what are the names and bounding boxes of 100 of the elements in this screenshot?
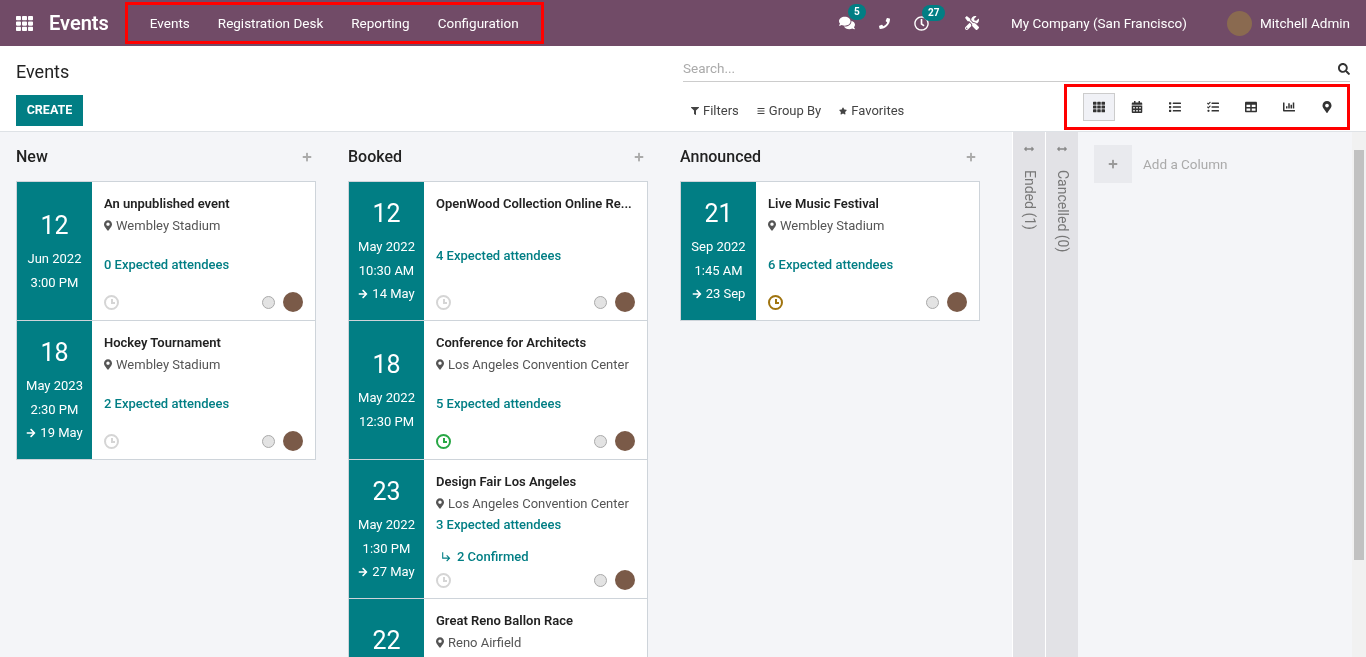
plus-icon (1108, 159, 1118, 169)
expected-attendees-link[interactable]: 0 Expected attendees (104, 255, 303, 275)
graph-view-icon (1283, 101, 1295, 113)
event-month: Jun 2022 (27, 250, 82, 269)
event-card[interactable]: 18 May 2022 12:30 PM Conference for Architects Los Angeles Convention Center 5 Expected attendees (348, 320, 648, 460)
return-arrow-icon (440, 549, 453, 563)
map-pin-icon (768, 219, 776, 231)
filter-icon (691, 107, 699, 115)
activity-count-badge: 27 (922, 4, 946, 21)
tools-icon[interactable] (965, 16, 979, 30)
expected-attendees-link[interactable]: 2 Expected attendees (104, 394, 303, 414)
search-option-button[interactable]: Group By (756, 101, 822, 121)
event-location: Reno Airfield (448, 633, 522, 652)
event-end-date: 23 Sep (705, 285, 746, 304)
event-time: 3:00 PM (30, 273, 79, 292)
event-day: 12 (40, 209, 69, 242)
column-title: Cancelled (0) (1053, 170, 1072, 253)
event-time: 12:30 PM (358, 412, 415, 431)
event-time: 10:30 AM (358, 261, 415, 280)
event-day: 18 (372, 348, 401, 381)
confirmed-count[interactable]: 2 Confirmed (457, 546, 529, 566)
event-day: 12 (372, 198, 401, 230)
add-card-icon[interactable] (302, 152, 312, 162)
event-day: 23 (372, 476, 401, 508)
event-end-date: 14 May (372, 285, 415, 304)
event-month: May 2022 (358, 516, 415, 535)
expand-arrow-icon (1057, 144, 1067, 154)
search-option-button[interactable]: Favorites (839, 101, 905, 121)
map-pin-icon (436, 497, 444, 509)
event-month: May 2022 (358, 238, 415, 257)
event-day: 22 (372, 625, 401, 657)
event-name: OpenWood Collection Online Re... (436, 195, 633, 213)
map-pin-icon (104, 358, 112, 370)
user-menu[interactable]: Mitchell Admin (1259, 12, 1350, 34)
arrow-right-icon (691, 289, 702, 300)
event-location: Los Angeles Convention Center (448, 494, 629, 513)
clock-icon[interactable] (768, 294, 783, 310)
column-title: Booked (348, 146, 403, 168)
view-switch-button[interactable] (1083, 93, 1115, 121)
expected-attendees-link[interactable]: 5 Expected attendees (436, 394, 635, 414)
event-card[interactable]: 22 Great Reno Ballon Race Reno Airfield (348, 598, 648, 657)
event-month: May 2022 (358, 389, 415, 408)
clock-icon[interactable] (436, 433, 451, 449)
search-option-button[interactable]: Filters (691, 101, 739, 121)
event-end-date: 19 May (40, 424, 83, 443)
folded-column[interactable]: Ended (1) (1012, 132, 1045, 657)
list-view-icon (1169, 101, 1181, 113)
expand-arrow-icon (1024, 144, 1034, 154)
event-name: Live Music Festival (768, 195, 880, 213)
create-button[interactable]: CREATE (16, 95, 83, 126)
phone-icon[interactable] (879, 17, 890, 29)
expected-attendees-link[interactable]: 6 Expected attendees (768, 255, 967, 275)
scrollbar[interactable] (1352, 132, 1366, 657)
event-month: Sep 2022 (691, 238, 746, 257)
user-avatar (1226, 10, 1252, 36)
column-title: New (16, 146, 48, 168)
arrow-right-icon (26, 428, 37, 439)
arrow-right-icon (358, 289, 369, 300)
add-card-icon[interactable] (966, 152, 976, 162)
pivot-view-icon (1245, 101, 1257, 113)
calendar-view-icon (1131, 101, 1143, 113)
expected-attendees-link[interactable]: 4 Expected attendees (436, 245, 635, 265)
event-name: Conference for Architects (436, 334, 588, 352)
add-card-icon[interactable] (634, 152, 644, 162)
page-title: Events (16, 60, 71, 84)
apps-menu-icon[interactable] (16, 14, 33, 32)
event-card[interactable]: 23 May 2022 1:30 PM 27 May Design Fair Los Angeles Los Angeles Convention Center 3 Expected attendees 2 Confirmed (348, 459, 648, 599)
event-day: 21 (704, 198, 733, 230)
company-switcher[interactable]: My Company (San Francisco) (1011, 12, 1187, 34)
map-pin-icon (104, 219, 112, 231)
activity-clock-icon[interactable] (914, 15, 929, 31)
map-pin-icon (436, 636, 444, 648)
event-location: Los Angeles Convention Center (448, 355, 629, 374)
event-name: Hockey Tournament (104, 334, 222, 352)
column-title: Announced (680, 146, 762, 168)
kanban-view-icon (1093, 101, 1105, 113)
event-name: Great Reno Ballon Race (436, 612, 574, 630)
expected-attendees-link[interactable]: 3 Expected attendees (436, 515, 635, 535)
event-time: 2:30 PM (30, 400, 79, 419)
arrow-right-icon (358, 567, 369, 578)
event-card[interactable]: 12 Jun 2022 3:00 PM An unpublished event Wembley Stadium 0 Expected attendees (16, 181, 316, 321)
search-icon[interactable] (1338, 62, 1350, 75)
event-month: May 2023 (26, 377, 83, 396)
menu-item[interactable]: Events (135, 12, 204, 34)
event-card[interactable]: 21 Sep 2022 1:45 AM 23 Sep Live Music Festival Wembley Stadium 6 Expected attendees (680, 181, 980, 321)
event-day: 18 (40, 337, 69, 369)
folded-column[interactable]: Cancelled (0) (1045, 132, 1078, 657)
menu-item[interactable]: Registration Desk (203, 12, 338, 34)
event-card[interactable]: 18 May 2023 2:30 PM 19 May Hockey Tournament Wembley Stadium 2 Expected attendees (16, 320, 316, 460)
menu-item[interactable]: Reporting (337, 12, 424, 34)
event-time: 1:45 AM (694, 261, 743, 280)
column-title: Ended (1) (1020, 170, 1039, 230)
favorite-icon (839, 107, 848, 115)
event-location: Wembley Stadium (780, 216, 885, 235)
search-field[interactable]: Search... (683, 58, 1338, 79)
message-count-badge: 5 (848, 4, 866, 20)
chat-icon[interactable] (839, 15, 855, 31)
menu-item[interactable]: Configuration (423, 12, 533, 34)
map-view-icon (1321, 101, 1333, 113)
event-card[interactable]: 12 May 2022 10:30 AM 14 May OpenWood Collection Online Re... 4 Expected attendees (348, 181, 648, 321)
